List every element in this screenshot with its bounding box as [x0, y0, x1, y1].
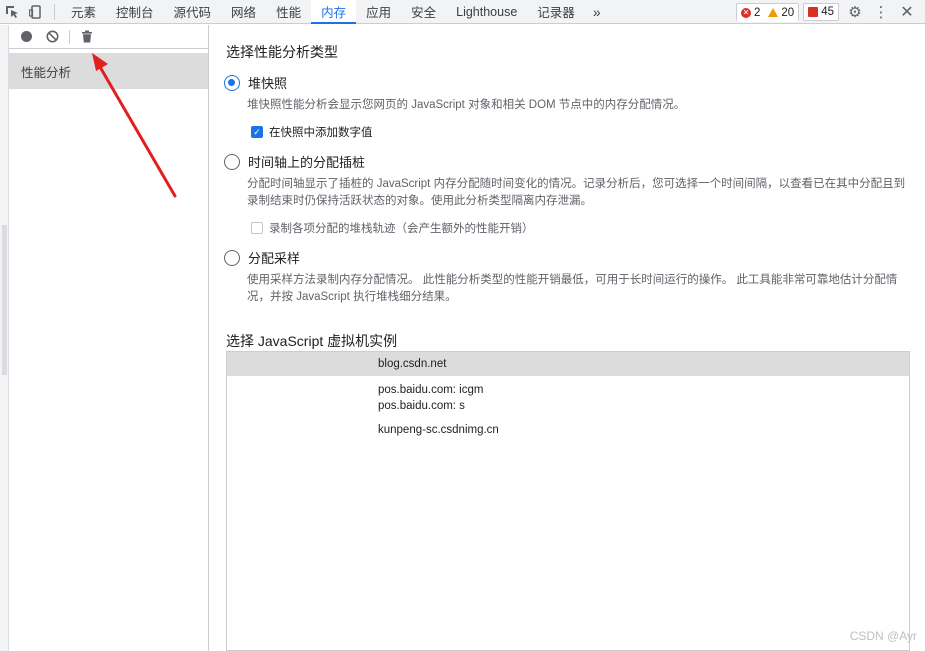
vm-instance-list: blog.csdn.net pos.baidu.com: icgm pos.ba…	[226, 351, 910, 651]
error-counter: ✕ 2	[737, 3, 765, 22]
radio-heap-snapshot[interactable]	[224, 74, 240, 91]
issues-flag-icon	[808, 6, 819, 17]
radio-allocation-sampling[interactable]	[224, 249, 240, 266]
snapshot-numeric-checkbox-row[interactable]: ✓ 在快照中添加数字值	[251, 124, 916, 140]
tab-sources[interactable]: 源代码	[164, 0, 222, 23]
tab-performance[interactable]: 性能	[266, 0, 311, 23]
issues-counter-button[interactable]: 45	[803, 2, 839, 21]
option-label: 分配采样	[248, 251, 301, 266]
profile-launcher: 选择性能分析类型 堆快照 堆快照性能分析会显示您网页的 JavaScript 对…	[224, 25, 916, 651]
profiles-sidebar: 性能分析	[9, 25, 209, 651]
tab-elements[interactable]: 元素	[61, 0, 106, 23]
record-stack-traces-checkbox-row: 录制各项分配的堆栈轨迹（会产生额外的性能开销）	[251, 220, 916, 236]
option-label: 时间轴上的分配插桩	[248, 155, 366, 170]
tab-network[interactable]: 网络	[221, 0, 266, 23]
checkbox-label: 录制各项分配的堆栈轨迹（会产生额外的性能开销）	[269, 223, 534, 235]
option-allocation-timeline[interactable]: 时间轴上的分配插桩	[224, 152, 916, 171]
tab-lighthouse[interactable]: Lighthouse	[446, 0, 527, 23]
option-allocation-sampling[interactable]: 分配采样	[224, 248, 916, 267]
issue-counters: ✕ 2 20 45 ⚙ ⋮ ✕	[736, 0, 925, 23]
scrollbar-thumb[interactable]	[2, 225, 7, 375]
option-description: 分配时间轴显示了插桩的 JavaScript 内存分配随时间变化的情况。记录分析…	[247, 178, 906, 207]
tab-recorder[interactable]: 记录器	[527, 0, 585, 23]
warning-icon	[768, 8, 779, 17]
select-type-title: 选择性能分析类型	[226, 44, 338, 60]
tab-memory[interactable]: 内存	[311, 0, 357, 24]
vm-instance-item[interactable]: blog.csdn.net	[227, 352, 909, 376]
toolbar-divider	[54, 4, 55, 20]
warning-counter: 20	[764, 3, 799, 22]
record-stack-traces-checkbox	[251, 222, 263, 234]
radio-allocation-timeline[interactable]	[224, 153, 240, 170]
vm-instance-item[interactable]: kunpeng-sc.csdnimg.cn	[227, 422, 909, 438]
sidebar-item-profiles[interactable]: 性能分析	[9, 53, 208, 89]
clear-button[interactable]	[41, 26, 63, 48]
vm-instance-item[interactable]: pos.baidu.com: s	[227, 398, 909, 414]
option-heap-snapshot[interactable]: 堆快照	[224, 73, 916, 92]
tab-application[interactable]: 应用	[356, 0, 401, 23]
more-tabs-button[interactable]: »	[585, 0, 609, 23]
more-options-icon[interactable]: ⋮	[871, 0, 891, 24]
page-scrollbar[interactable]	[0, 25, 9, 651]
console-counter-button[interactable]: ✕ 2 20	[736, 2, 800, 22]
toolbar-divider	[69, 29, 70, 44]
vm-instance-item[interactable]: pos.baidu.com: icgm	[227, 382, 909, 398]
option-description: 使用采样方法录制内存分配情况。 此性能分析类型的性能开销最低，可用于长时间运行的…	[247, 274, 898, 303]
collect-garbage-button[interactable]	[76, 26, 98, 48]
option-description: 堆快照性能分析会显示您网页的 JavaScript 对象和相关 DOM 节点中的…	[247, 99, 686, 111]
sidebar-toolbar	[9, 25, 208, 49]
error-count: 2	[754, 6, 761, 19]
settings-gear-icon[interactable]: ⚙	[843, 0, 867, 24]
snapshot-numeric-checkbox[interactable]: ✓	[251, 126, 263, 138]
devtools-tab-bar: 元素 控制台 源代码 网络 性能 内存 应用 安全 Lighthouse 记录器…	[0, 0, 925, 24]
tab-security[interactable]: 安全	[401, 0, 446, 23]
trash-icon	[82, 30, 92, 43]
warning-count: 20	[781, 6, 795, 19]
vm-instance-title: 选择 JavaScript 虚拟机实例	[226, 333, 398, 349]
checkbox-label: 在快照中添加数字值	[269, 127, 373, 139]
error-icon: ✕	[741, 7, 751, 18]
watermark: CSDN @Ayr	[849, 629, 917, 643]
clear-icon	[46, 30, 58, 43]
device-toggle-icon[interactable]	[24, 0, 48, 24]
record-icon	[20, 31, 32, 42]
cursor-select-icon[interactable]	[0, 0, 24, 24]
issues-count: 45	[821, 5, 834, 18]
record-button[interactable]	[15, 26, 37, 48]
option-label: 堆快照	[248, 76, 288, 91]
close-icon[interactable]: ✕	[895, 0, 919, 24]
tab-console[interactable]: 控制台	[106, 0, 164, 23]
